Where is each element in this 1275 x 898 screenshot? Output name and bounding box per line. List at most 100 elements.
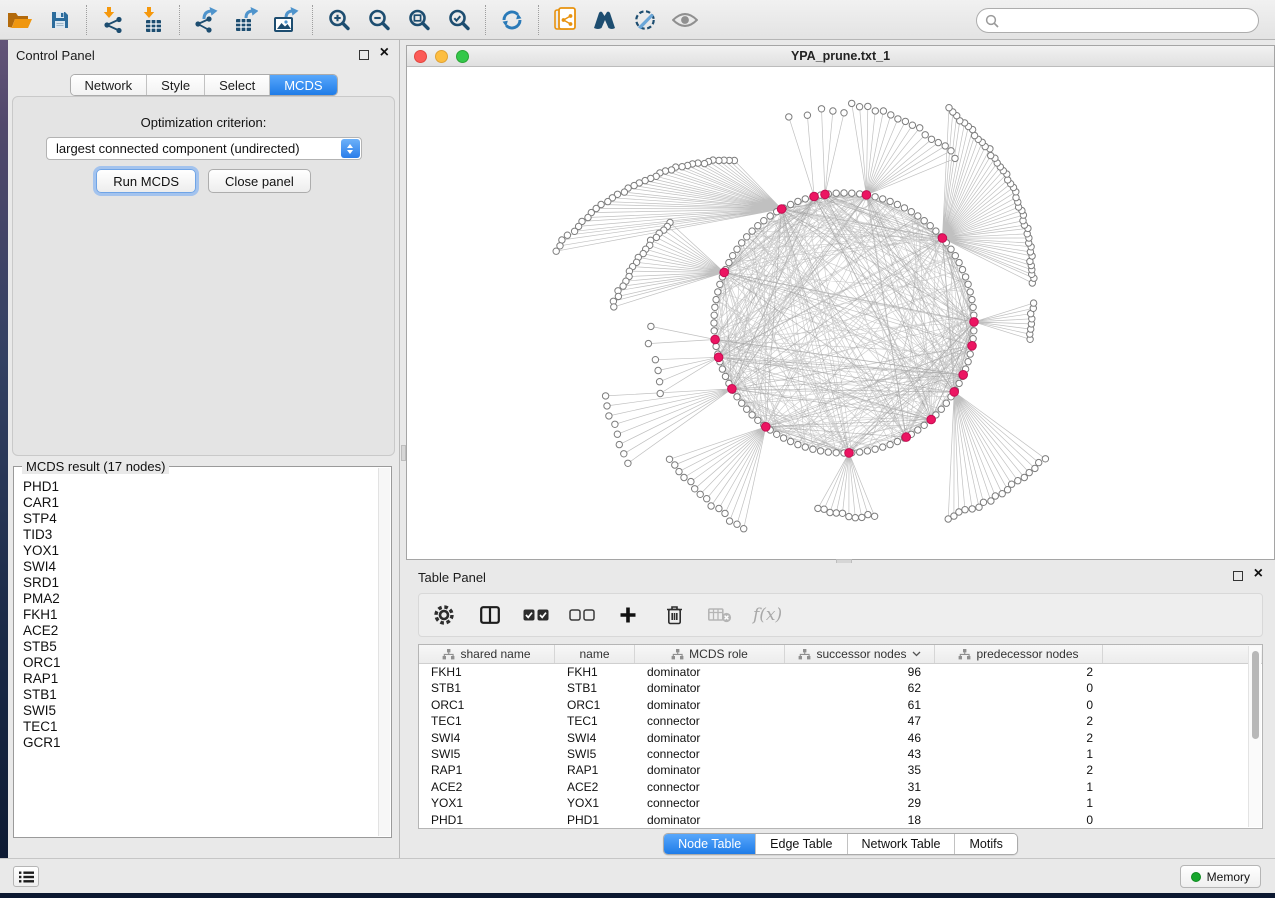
- zoom-selected-button[interactable]: [442, 4, 476, 36]
- mcds-result-item[interactable]: PMA2: [15, 591, 378, 607]
- network-leaf-node[interactable]: [681, 474, 687, 480]
- zoom-fit-button[interactable]: [402, 4, 436, 36]
- network-node[interactable]: [802, 196, 808, 202]
- optimization-select[interactable]: largest connected component (undirected): [46, 137, 362, 160]
- network-node[interactable]: [970, 336, 976, 342]
- mcds-result-item[interactable]: ACE2: [15, 623, 378, 639]
- network-leaf-node[interactable]: [1032, 465, 1038, 471]
- tab-network[interactable]: Network: [70, 75, 147, 95]
- network-node[interactable]: [744, 406, 750, 412]
- close-panel-icon[interactable]: ×: [380, 44, 389, 62]
- table-scrollbar-thumb[interactable]: [1252, 651, 1259, 739]
- network-leaf-node[interactable]: [734, 521, 740, 527]
- network-node[interactable]: [969, 296, 975, 302]
- network-leaf-node[interactable]: [849, 100, 855, 106]
- network-leaf-node[interactable]: [895, 116, 901, 122]
- network-node[interactable]: [970, 304, 976, 310]
- network-leaf-node[interactable]: [928, 136, 934, 142]
- network-node[interactable]: [780, 435, 786, 441]
- table-row[interactable]: FKH1FKH1dominator962: [419, 664, 1262, 680]
- mcds-result-item[interactable]: STB5: [15, 639, 378, 655]
- tab-mcds[interactable]: MCDS: [270, 75, 336, 95]
- network-node[interactable]: [715, 289, 721, 295]
- column-header-successor-nodes[interactable]: successor nodes: [785, 645, 935, 663]
- network-leaf-node[interactable]: [602, 393, 608, 399]
- mcds-hub-node[interactable]: [845, 449, 854, 458]
- network-leaf-node[interactable]: [652, 357, 658, 363]
- network-leaf-node[interactable]: [655, 367, 661, 373]
- tab-network-table[interactable]: Network Table: [848, 834, 956, 854]
- network-node[interactable]: [965, 281, 971, 287]
- network-leaf-node[interactable]: [888, 112, 894, 118]
- network-leaf-node[interactable]: [909, 122, 915, 128]
- mcds-hub-node[interactable]: [862, 191, 871, 200]
- network-node[interactable]: [952, 253, 958, 259]
- table-row[interactable]: STB1STB1dominator620: [419, 680, 1262, 696]
- column-header-shared-name[interactable]: shared name: [419, 645, 555, 663]
- network-node[interactable]: [915, 427, 921, 433]
- network-node[interactable]: [774, 431, 780, 437]
- network-leaf-node[interactable]: [956, 509, 962, 515]
- network-node[interactable]: [810, 446, 816, 452]
- close-panel-button[interactable]: Close panel: [208, 169, 311, 193]
- network-leaf-node[interactable]: [564, 232, 570, 238]
- network-leaf-node[interactable]: [616, 441, 622, 447]
- network-node[interactable]: [833, 190, 839, 196]
- mcds-result-item[interactable]: PHD1: [15, 479, 378, 495]
- network-node[interactable]: [864, 448, 870, 454]
- tab-select[interactable]: Select: [205, 75, 270, 95]
- network-leaf-node[interactable]: [852, 515, 858, 521]
- network-node[interactable]: [933, 228, 939, 234]
- network-leaf-node[interactable]: [952, 155, 958, 161]
- network-node[interactable]: [894, 201, 900, 207]
- network-node[interactable]: [711, 328, 717, 334]
- table-row[interactable]: RAP1RAP1dominator352: [419, 762, 1262, 778]
- network-leaf-node[interactable]: [741, 526, 747, 532]
- network-node[interactable]: [711, 320, 717, 326]
- mcds-hub-node[interactable]: [720, 268, 729, 277]
- network-node[interactable]: [908, 209, 914, 215]
- network-leaf-node[interactable]: [621, 451, 627, 457]
- network-leaf-node[interactable]: [969, 506, 975, 512]
- mcds-result-item[interactable]: GCR1: [15, 735, 378, 751]
- network-node[interactable]: [880, 196, 886, 202]
- import-table-button[interactable]: [136, 4, 170, 36]
- network-node[interactable]: [938, 406, 944, 412]
- mcds-hub-node[interactable]: [902, 433, 911, 442]
- network-leaf-node[interactable]: [841, 110, 847, 116]
- export-image-button[interactable]: [269, 4, 303, 36]
- network-leaf-node[interactable]: [821, 506, 827, 512]
- tab-node-table[interactable]: Node Table: [664, 834, 756, 854]
- network-leaf-node[interactable]: [859, 514, 865, 520]
- network-node[interactable]: [787, 201, 793, 207]
- network-node[interactable]: [901, 205, 907, 211]
- network-leaf-node[interactable]: [697, 491, 703, 497]
- network-leaf-node[interactable]: [657, 390, 663, 396]
- column-header-name[interactable]: name: [555, 645, 635, 663]
- network-node[interactable]: [887, 198, 893, 204]
- network-node[interactable]: [825, 449, 831, 455]
- mcds-hub-node[interactable]: [714, 353, 723, 362]
- network-node[interactable]: [730, 253, 736, 259]
- network-leaf-node[interactable]: [935, 139, 941, 145]
- network-node[interactable]: [927, 223, 933, 229]
- network-leaf-node[interactable]: [1015, 478, 1021, 484]
- add-row-button[interactable]: [615, 602, 641, 628]
- memory-button[interactable]: Memory: [1180, 865, 1261, 888]
- network-node[interactable]: [833, 450, 839, 456]
- network-node[interactable]: [915, 213, 921, 219]
- mcds-result-item[interactable]: STP4: [15, 511, 378, 527]
- network-leaf-node[interactable]: [605, 198, 611, 204]
- network-leaf-node[interactable]: [1030, 300, 1036, 306]
- network-node[interactable]: [962, 274, 968, 280]
- network-leaf-node[interactable]: [571, 228, 577, 234]
- deselect-all-button[interactable]: [569, 602, 595, 628]
- network-node[interactable]: [948, 246, 954, 252]
- network-node[interactable]: [713, 296, 719, 302]
- network-node[interactable]: [841, 190, 847, 196]
- import-network-button[interactable]: [96, 4, 130, 36]
- network-node[interactable]: [880, 444, 886, 450]
- network-node[interactable]: [711, 312, 717, 318]
- network-leaf-node[interactable]: [942, 143, 948, 149]
- mcds-hub-node[interactable]: [821, 190, 830, 199]
